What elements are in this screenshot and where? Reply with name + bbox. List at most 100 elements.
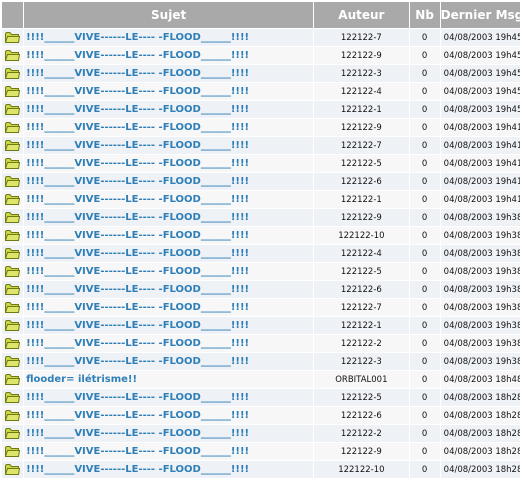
- topic-row[interactable]: !!!!______VIVE------LE---- -FLOOD______!…: [0, 280, 522, 299]
- topic-row[interactable]: !!!!______VIVE------LE---- -FLOOD______!…: [0, 388, 522, 407]
- topic-author[interactable]: 122122-9: [341, 123, 382, 133]
- topic-reply-count: 0: [421, 338, 428, 349]
- topic-subject-link[interactable]: !!!!______VIVE------LE---- -FLOOD______!…: [25, 122, 249, 133]
- topic-reply-count-cell: 0: [408, 352, 441, 371]
- topic-subject-cell: !!!!______VIVE------LE---- -FLOOD______!…: [23, 262, 315, 281]
- topic-author[interactable]: 122122-3: [341, 69, 382, 79]
- topic-author-cell: 122122-6: [313, 280, 410, 299]
- topic-row[interactable]: !!!!______VIVE------LE---- -FLOOD______!…: [0, 226, 522, 245]
- topic-subject-link[interactable]: !!!!______VIVE------LE---- -FLOOD______!…: [25, 230, 249, 241]
- topic-last-message-cell: 04/08/2003 19h41: [439, 118, 522, 137]
- topic-author[interactable]: ORBITAL001: [335, 375, 387, 385]
- topic-subject-link[interactable]: !!!!______VIVE------LE---- -FLOOD______!…: [25, 104, 249, 115]
- topic-reply-count-cell: 0: [408, 442, 441, 461]
- folder-icon: [5, 266, 21, 277]
- topic-author[interactable]: 122122-2: [341, 429, 382, 439]
- topic-author[interactable]: 122122-6: [341, 177, 382, 187]
- topic-subject-link[interactable]: !!!!______VIVE------LE---- -FLOOD______!…: [25, 50, 249, 61]
- topic-icon-cell: [0, 46, 25, 65]
- topic-subject-link[interactable]: !!!!______VIVE------LE---- -FLOOD______!…: [25, 356, 249, 367]
- topic-author[interactable]: 122122-1: [341, 105, 382, 115]
- subject-column-header[interactable]: Sujet: [23, 1, 315, 29]
- reply-count-column-header[interactable]: Nb: [408, 1, 441, 29]
- topic-last-message-date: 04/08/2003 19h45: [443, 68, 521, 79]
- topic-row[interactable]: !!!!______VIVE------LE---- -FLOOD______!…: [0, 352, 522, 371]
- topic-row[interactable]: !!!!______VIVE------LE---- -FLOOD______!…: [0, 442, 522, 461]
- topic-row[interactable]: !!!!______VIVE------LE---- -FLOOD______!…: [0, 406, 522, 425]
- topic-row[interactable]: !!!!______VIVE------LE---- -FLOOD______!…: [0, 316, 522, 335]
- topic-subject-link[interactable]: !!!!______VIVE------LE---- -FLOOD______!…: [25, 176, 249, 187]
- topic-row[interactable]: !!!!______VIVE------LE---- -FLOOD______!…: [0, 154, 522, 173]
- topic-author[interactable]: 122122-7: [341, 33, 382, 43]
- topic-author[interactable]: 122122-9: [341, 213, 382, 223]
- topic-row[interactable]: !!!!______VIVE------LE---- -FLOOD______!…: [0, 28, 522, 47]
- topic-subject-link[interactable]: !!!!______VIVE------LE---- -FLOOD______!…: [25, 338, 249, 349]
- topic-last-message-date: 04/08/2003 19h38: [443, 212, 521, 223]
- topic-subject-link[interactable]: !!!!______VIVE------LE---- -FLOOD______!…: [25, 140, 249, 151]
- topic-subject-link[interactable]: !!!!______VIVE------LE---- -FLOOD______!…: [25, 266, 249, 277]
- topic-subject-link[interactable]: !!!!______VIVE------LE---- -FLOOD______!…: [25, 68, 249, 79]
- topic-author[interactable]: 122122-10: [338, 231, 384, 241]
- topic-last-message-cell: 04/08/2003 19h38: [439, 316, 522, 335]
- topic-row[interactable]: flooder= ilétrisme!! ORBITAL001 0 04/08/200…: [0, 370, 522, 389]
- topic-author[interactable]: 122122-2: [341, 339, 382, 349]
- topic-row[interactable]: !!!!______VIVE------LE---- -FLOOD______!…: [0, 208, 522, 227]
- topic-author-cell: 122122-10: [313, 226, 410, 245]
- last-message-column-header[interactable]: Dernier Msg: [439, 1, 522, 29]
- topic-row[interactable]: !!!!______VIVE------LE---- -FLOOD______!…: [0, 100, 522, 119]
- topic-row[interactable]: !!!!______VIVE------LE---- -FLOOD______!…: [0, 172, 522, 191]
- topic-subject-link[interactable]: !!!!______VIVE------LE---- -FLOOD______!…: [25, 284, 249, 295]
- topic-row[interactable]: !!!!______VIVE------LE---- -FLOOD______!…: [0, 262, 522, 281]
- topic-row[interactable]: !!!!______VIVE------LE---- -FLOOD______!…: [0, 334, 522, 353]
- topic-row[interactable]: !!!!______VIVE------LE---- -FLOOD______!…: [0, 46, 522, 65]
- topic-author[interactable]: 122122-5: [341, 267, 382, 277]
- author-column-header[interactable]: Auteur: [313, 1, 410, 29]
- topic-row[interactable]: !!!!______VIVE------LE---- -FLOOD______!…: [0, 190, 522, 209]
- topic-author[interactable]: 122122-7: [341, 141, 382, 151]
- topic-icon-cell: [0, 352, 25, 371]
- topic-author[interactable]: 122122-9: [341, 51, 382, 61]
- topic-row[interactable]: !!!!______VIVE------LE---- -FLOOD______!…: [0, 136, 522, 155]
- topic-author[interactable]: 122122-1: [341, 321, 382, 331]
- topic-icon-cell: [0, 370, 25, 389]
- topic-subject-link[interactable]: !!!!______VIVE------LE---- -FLOOD______!…: [25, 428, 249, 439]
- topic-row[interactable]: !!!!______VIVE------LE---- -FLOOD______!…: [0, 424, 522, 443]
- topic-subject-link[interactable]: !!!!______VIVE------LE---- -FLOOD______!…: [25, 158, 249, 169]
- topic-author[interactable]: 122122-6: [341, 285, 382, 295]
- topic-reply-count: 0: [421, 212, 428, 223]
- topic-row[interactable]: !!!!______VIVE------LE---- -FLOOD______!…: [0, 244, 522, 263]
- topic-subject-link[interactable]: !!!!______VIVE------LE---- -FLOOD______!…: [25, 464, 249, 475]
- topic-author[interactable]: 122122-7: [341, 303, 382, 313]
- topic-author[interactable]: 122122-6: [341, 411, 382, 421]
- topic-last-message-cell: 04/08/2003 18h48: [439, 370, 522, 389]
- topic-subject-link[interactable]: !!!!______VIVE------LE---- -FLOOD______!…: [25, 410, 249, 421]
- topic-subject-link[interactable]: !!!!______VIVE------LE---- -FLOOD______!…: [25, 32, 249, 43]
- folder-icon: [5, 176, 21, 187]
- topic-author[interactable]: 122122-3: [341, 357, 382, 367]
- topic-row[interactable]: !!!!______VIVE------LE---- -FLOOD______!…: [0, 82, 522, 101]
- topic-reply-count-cell: 0: [408, 334, 441, 353]
- topic-subject-cell: flooder= ilétrisme!!: [23, 370, 315, 389]
- topic-subject-link[interactable]: !!!!______VIVE------LE---- -FLOOD______!…: [25, 392, 249, 403]
- topic-author[interactable]: 122122-5: [341, 159, 382, 169]
- topic-subject-link[interactable]: !!!!______VIVE------LE---- -FLOOD______!…: [25, 194, 249, 205]
- topic-author[interactable]: 122122-4: [341, 249, 382, 259]
- topic-subject-link[interactable]: !!!!______VIVE------LE---- -FLOOD______!…: [25, 320, 249, 331]
- topic-row[interactable]: !!!!______VIVE------LE---- -FLOOD______!…: [0, 64, 522, 83]
- topic-subject-link[interactable]: !!!!______VIVE------LE---- -FLOOD______!…: [25, 86, 249, 97]
- topic-subject-link[interactable]: !!!!______VIVE------LE---- -FLOOD______!…: [25, 302, 249, 313]
- topic-subject-link[interactable]: !!!!______VIVE------LE---- -FLOOD______!…: [25, 248, 249, 259]
- topic-author[interactable]: 122122-5: [341, 393, 382, 403]
- topic-subject-link[interactable]: !!!!______VIVE------LE---- -FLOOD______!…: [25, 446, 249, 457]
- topic-author[interactable]: 122122-1: [341, 195, 382, 205]
- topic-author[interactable]: 122122-10: [338, 465, 384, 475]
- topic-row[interactable]: !!!!______VIVE------LE---- -FLOOD______!…: [0, 460, 522, 479]
- topic-row[interactable]: !!!!______VIVE------LE---- -FLOOD______!…: [0, 298, 522, 317]
- topic-author[interactable]: 122122-9: [341, 447, 382, 457]
- topic-subject-link[interactable]: flooder= ilétrisme!!: [25, 374, 137, 385]
- topic-subject-link[interactable]: !!!!______VIVE------LE---- -FLOOD______!…: [25, 212, 249, 223]
- topic-icon-cell: [0, 172, 25, 191]
- topic-row[interactable]: !!!!______VIVE------LE---- -FLOOD______!…: [0, 118, 522, 137]
- topic-author[interactable]: 122122-4: [341, 87, 382, 97]
- topic-last-message-date: 04/08/2003 19h41: [443, 140, 521, 151]
